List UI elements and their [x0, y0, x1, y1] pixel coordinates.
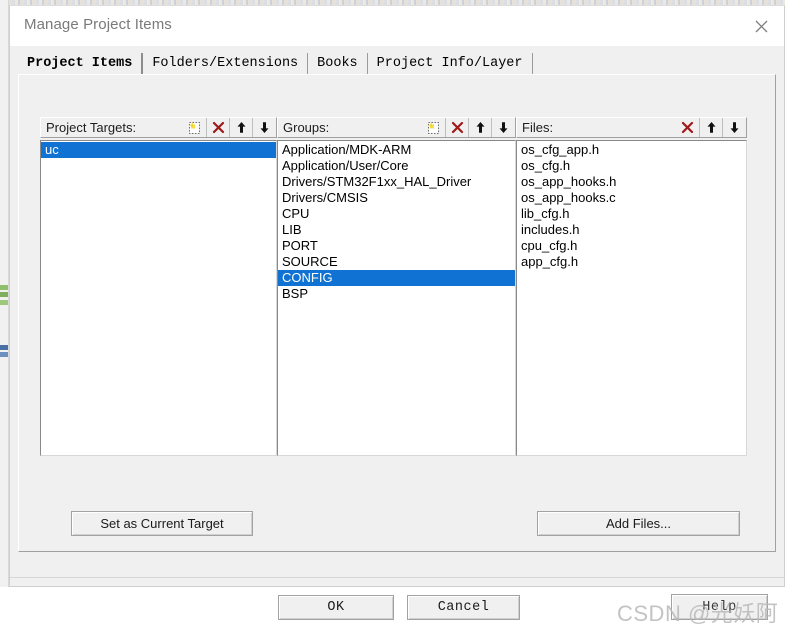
groups-header: Groups: [277, 117, 516, 138]
set-as-current-target-button[interactable]: Set as Current Target [71, 511, 253, 536]
ok-button[interactable]: OK [278, 595, 394, 620]
files-toolbar [676, 118, 745, 137]
delete-icon[interactable] [206, 118, 229, 137]
groups-listbox[interactable]: Application/MDK-ARM Application/User/Cor… [277, 140, 516, 456]
files-label: Files: [522, 120, 554, 135]
move-up-icon[interactable] [699, 118, 722, 137]
help-button[interactable]: Help [671, 594, 768, 620]
move-up-icon[interactable] [229, 118, 252, 137]
background-speck [0, 292, 8, 297]
list-item[interactable]: PORT [278, 238, 515, 254]
project-targets-header: Project Targets: [40, 117, 277, 138]
background-speck [0, 285, 8, 290]
move-down-icon[interactable] [491, 118, 514, 137]
list-item[interactable]: SOURCE [278, 254, 515, 270]
list-item[interactable]: uc [41, 142, 276, 158]
list-item[interactable]: Drivers/CMSIS [278, 190, 515, 206]
groups-toolbar [422, 118, 514, 137]
groups-label: Groups: [283, 120, 330, 135]
move-up-icon[interactable] [468, 118, 491, 137]
dialog-client-area: Project Items Folders/Extensions Books P… [10, 46, 785, 626]
groups-panel: Groups: Application/MDK-ARM Application/… [277, 117, 516, 456]
move-down-icon[interactable] [722, 118, 745, 137]
project-targets-listbox[interactable]: uc [40, 140, 277, 456]
list-item[interactable]: os_app_hooks.c [517, 190, 746, 206]
tab-bar: Project Items Folders/Extensions Books P… [18, 52, 533, 75]
tab-project-items[interactable]: Project Items [18, 53, 144, 75]
list-item[interactable]: app_cfg.h [517, 254, 746, 270]
background-window-left-sliver [0, 0, 9, 587]
list-item[interactable]: includes.h [517, 222, 746, 238]
background-speck [0, 345, 8, 350]
dialog-titlebar: Manage Project Items [10, 6, 784, 47]
dialog-title: Manage Project Items [24, 16, 172, 33]
manage-project-items-dialog: Manage Project Items Project Items Folde… [9, 5, 785, 626]
list-item[interactable]: BSP [278, 286, 515, 302]
list-item[interactable]: cpu_cfg.h [517, 238, 746, 254]
project-targets-panel: Project Targets: uc [40, 117, 277, 456]
list-item[interactable]: CONFIG [278, 270, 515, 286]
close-icon[interactable] [738, 6, 784, 46]
background-speck [0, 300, 8, 305]
tab-project-info-layer[interactable]: Project Info/Layer [367, 53, 533, 75]
project-targets-toolbar [183, 118, 275, 137]
delete-icon[interactable] [445, 118, 468, 137]
list-item[interactable]: LIB [278, 222, 515, 238]
list-item[interactable]: os_cfg.h [517, 158, 746, 174]
list-item[interactable]: lib_cfg.h [517, 206, 746, 222]
files-listbox[interactable]: os_cfg_app.h os_cfg.h os_app_hooks.h os_… [516, 140, 747, 456]
delete-icon[interactable] [676, 118, 699, 137]
add-files-button[interactable]: Add Files... [537, 511, 740, 536]
files-panel: Files: os_cfg_app.h os_cfg.h os_app_hook… [516, 117, 747, 456]
list-item[interactable]: os_cfg_app.h [517, 142, 746, 158]
tab-books[interactable]: Books [308, 53, 368, 75]
list-item[interactable]: Drivers/STM32F1xx_HAL_Driver [278, 174, 515, 190]
new-item-icon[interactable] [422, 118, 445, 137]
files-header: Files: [516, 117, 747, 138]
list-item[interactable]: CPU [278, 206, 515, 222]
list-item[interactable]: os_app_hooks.h [517, 174, 746, 190]
background-speck [0, 352, 8, 357]
cancel-button[interactable]: Cancel [407, 595, 520, 620]
footer-separator [10, 577, 785, 578]
project-targets-label: Project Targets: [46, 120, 137, 135]
tab-folders-extensions[interactable]: Folders/Extensions [143, 53, 309, 75]
move-down-icon[interactable] [252, 118, 275, 137]
list-item[interactable]: Application/User/Core [278, 158, 515, 174]
list-item[interactable]: Application/MDK-ARM [278, 142, 515, 158]
new-item-icon[interactable] [183, 118, 206, 137]
